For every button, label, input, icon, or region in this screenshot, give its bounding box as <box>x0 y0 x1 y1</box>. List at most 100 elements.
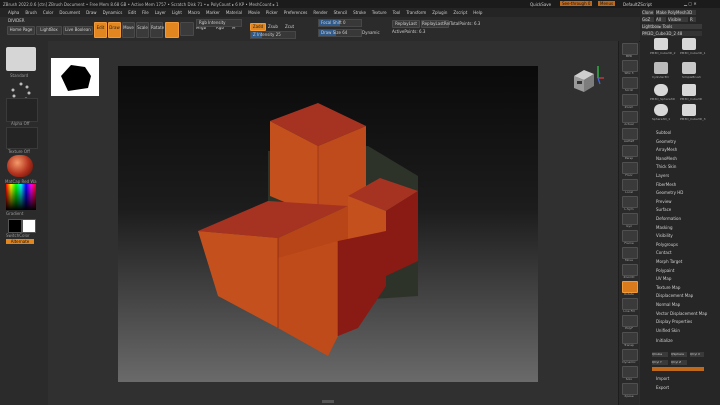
clone-button[interactable]: Clone <box>642 10 654 15</box>
menu-item[interactable]: Render <box>313 10 327 15</box>
tool-menu-item[interactable]: Geometry <box>656 139 676 144</box>
default-script-button[interactable]: DefaultZScript <box>623 2 652 7</box>
menu-item[interactable]: Picker <box>266 10 278 15</box>
lightbox-tools-button[interactable]: Lightbox▸ Tools <box>642 24 702 29</box>
tool-thumb-cylinder[interactable] <box>654 62 668 74</box>
tool-menu-item[interactable]: Subtool <box>656 130 671 135</box>
tool-thumb-cube3d[interactable] <box>682 84 696 96</box>
tool-menu-item[interactable]: ArrayMesh <box>656 147 677 152</box>
replay-last-rel-button[interactable]: ReplayLastRel <box>421 20 450 28</box>
menus-toggle[interactable]: Menus <box>598 1 616 6</box>
tool-menu-item[interactable]: Polypaint <box>656 268 674 273</box>
quicksave-button[interactable]: QuickSave <box>530 2 551 7</box>
lightbox-button[interactable]: LightBox <box>36 26 62 35</box>
menu-item[interactable]: Transform <box>406 10 426 15</box>
tool-menu-item[interactable]: Texture Map <box>656 285 680 290</box>
menu-item[interactable]: Tool <box>393 10 401 15</box>
qcyl-y-button[interactable]: QCyl Y <box>652 360 668 365</box>
visible-button[interactable]: Visible <box>668 17 688 22</box>
dots-stroke-icon[interactable] <box>180 22 194 36</box>
navigation-gizmo[interactable] <box>566 62 606 102</box>
replay-last-button[interactable]: ReplayLast <box>392 20 420 28</box>
matcap-material-thumb[interactable] <box>7 155 33 177</box>
menu-item[interactable]: Dynamics <box>103 10 123 15</box>
tool-menu-item[interactable]: Export <box>656 385 669 390</box>
rgb-intensity-slider[interactable]: Rgb Intensity <box>196 19 242 27</box>
rotate-button[interactable]: Rotate <box>150 22 164 38</box>
draw-button[interactable]: Draw <box>108 22 121 38</box>
tool-menu-item[interactable]: NanoMesh <box>656 156 677 161</box>
color-picker[interactable] <box>6 184 36 210</box>
edit-button[interactable]: Edit <box>94 22 107 38</box>
menu-item[interactable]: Layer <box>155 10 166 15</box>
menu-item[interactable]: Document <box>59 10 80 15</box>
init-slider[interactable] <box>652 367 704 371</box>
menu-item[interactable]: Marker <box>206 10 220 15</box>
tool-menu-item[interactable]: Deformation <box>656 216 681 221</box>
tool-menu-item[interactable]: FiberMesh <box>656 182 676 187</box>
qcyl-z-button[interactable]: QCyl Z <box>671 360 687 365</box>
zadd-button[interactable]: Zadd <box>250 23 266 31</box>
make-polymesh-button[interactable]: Make PolyMesh3D <box>656 10 696 15</box>
menu-item[interactable]: Preferences <box>284 10 308 15</box>
zcut-button[interactable]: Zcut <box>285 24 294 29</box>
tool-menu-item[interactable]: Contact <box>656 250 672 255</box>
window-controls[interactable]: ▁ ▢ ✕ <box>684 1 697 6</box>
alternate-button[interactable]: Alternate <box>6 239 34 244</box>
tool-menu-item[interactable]: Displacement Map <box>656 293 693 298</box>
tool-thumb-cube3d-3[interactable] <box>682 104 696 116</box>
draw-size-slider[interactable]: Draw Size 64 <box>318 29 362 37</box>
tool-menu-item[interactable]: UV Map <box>656 276 671 281</box>
tool-menu-item[interactable]: Display Properties <box>656 319 692 324</box>
all-button[interactable]: All <box>656 17 666 22</box>
focal-shift-slider[interactable]: Focal Shift 0 <box>318 19 362 27</box>
menu-item[interactable]: Edit <box>128 10 136 15</box>
menu-item[interactable]: Texture <box>372 10 387 15</box>
tool-thumb-cube3d-2[interactable] <box>654 38 668 50</box>
z-intensity-slider[interactable]: Z Intensity 25 <box>250 31 296 39</box>
secondary-color-swatch[interactable] <box>22 219 36 233</box>
goz-button[interactable]: GoZ <box>642 17 654 22</box>
alpha-thumb[interactable] <box>6 98 38 122</box>
qsphere-button[interactable]: QSphere <box>671 352 687 357</box>
tool-menu-item[interactable]: Visibility <box>656 233 673 238</box>
sphere-brush-icon[interactable] <box>165 22 179 38</box>
tool-menu-item[interactable]: Unified Skin <box>656 328 680 333</box>
menu-item[interactable]: Light <box>172 10 182 15</box>
3d-viewport[interactable] <box>118 66 538 382</box>
zsub-button[interactable]: Zsub <box>268 24 278 29</box>
menu-item[interactable]: File <box>142 10 149 15</box>
tool-menu-item[interactable]: Morph Target <box>656 259 682 264</box>
tool-menu-item[interactable]: Geometry HD <box>656 190 683 195</box>
tool-thumb-cube3d-1[interactable] <box>682 38 696 50</box>
tool-menu-item[interactable]: Initialize <box>656 338 673 343</box>
qcyl-x-button[interactable]: QCyl X <box>690 352 704 357</box>
tool-menu-item[interactable]: Polygroups <box>656 242 678 247</box>
tool-menu-item[interactable]: Normal Map <box>656 302 680 307</box>
r-button[interactable]: R <box>690 17 696 22</box>
standard-brush-thumb[interactable] <box>6 47 36 71</box>
home-page-button[interactable]: Home Page <box>7 26 35 35</box>
texture-thumb[interactable] <box>6 127 38 149</box>
tool-menu-item[interactable]: Preview <box>656 199 672 204</box>
move-button[interactable]: Move <box>122 22 135 38</box>
menu-item[interactable]: Zplugin <box>432 10 447 15</box>
switch-color-label[interactable]: SwitchColor <box>6 233 30 238</box>
tool-menu-item[interactable]: Layers <box>656 173 669 178</box>
bottom-tray-handle[interactable] <box>322 400 334 403</box>
tool-menu-item[interactable]: Import <box>656 376 669 381</box>
menu-item[interactable]: Movie <box>248 10 260 15</box>
tool-menu-item[interactable]: Masking <box>656 225 673 230</box>
menu-item[interactable]: Help <box>473 10 482 15</box>
scale-button[interactable]: Scale <box>136 22 149 38</box>
menu-item[interactable]: Color <box>43 10 53 15</box>
menu-item[interactable]: Zscript <box>453 10 467 15</box>
tool-thumb-sphere[interactable] <box>654 84 668 96</box>
tool-menu-item[interactable]: Surface <box>656 207 671 212</box>
menu-item[interactable]: Brush <box>25 10 37 15</box>
seethrough-slider[interactable]: See-through 0 <box>560 1 593 6</box>
menu-item[interactable]: Alpha <box>8 10 19 15</box>
live-boolean-button[interactable]: Live Boolean <box>63 26 93 35</box>
menu-item[interactable]: Stroke <box>353 10 366 15</box>
tool-menu-item[interactable]: Thick Skin <box>656 164 676 169</box>
